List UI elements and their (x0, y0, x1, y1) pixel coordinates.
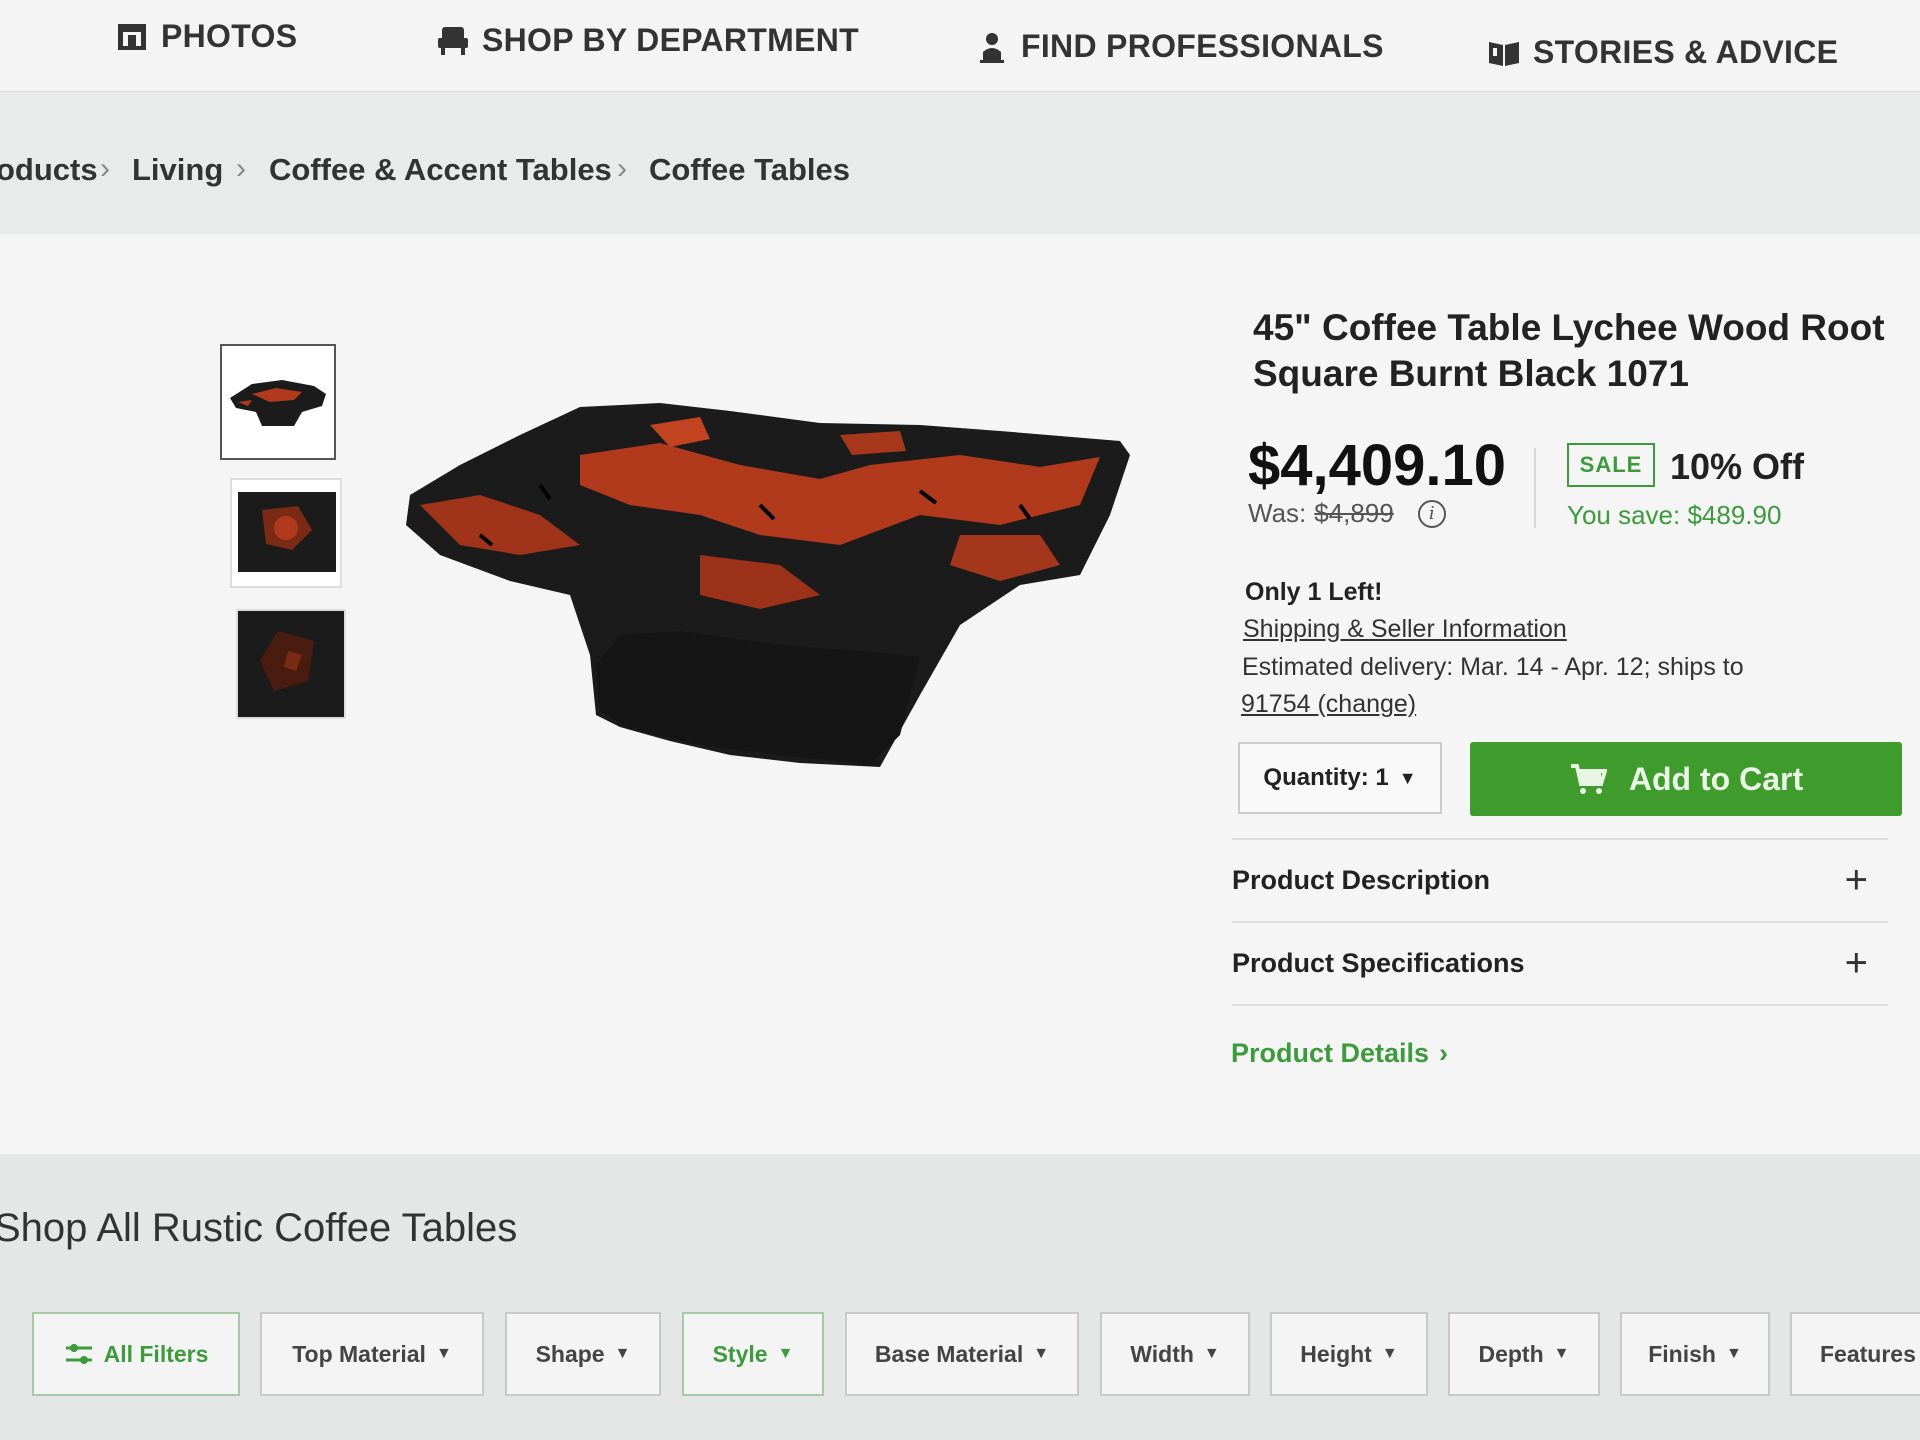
nav-shop-label: SHOP BY DEPARTMENT (482, 22, 860, 58)
add-to-cart-button[interactable]: Add to Cart (1470, 742, 1902, 816)
filter-label: Shape (535, 1340, 605, 1367)
book-icon (1489, 41, 1519, 66)
breadcrumb-products[interactable]: oducts (0, 152, 98, 188)
professional-icon (980, 32, 1004, 63)
filter-all-filters[interactable]: All Filters (32, 1312, 240, 1396)
nav-stories-label: STORIES & ADVICE (1533, 34, 1839, 70)
caret-down-icon: ▼ (1725, 1345, 1742, 1362)
discount-percent: 10% Off (1670, 446, 1805, 487)
quantity-label: Quantity: 1 (1263, 764, 1389, 791)
top-navigation: PHOTOS SHOP BY DEPARTMENT FIND PROFESSIO… (0, 0, 1920, 92)
caret-down-icon: ▼ (435, 1345, 452, 1362)
cart-icon (1570, 764, 1607, 794)
filter-finish[interactable]: Finish ▼ (1620, 1312, 1770, 1396)
filter-label: Top Material (292, 1340, 426, 1367)
filter-sliders-icon (65, 1344, 92, 1364)
nav-photos-label: PHOTOS (161, 18, 298, 54)
nav-shop-by-department[interactable]: SHOP BY DEPARTMENT (436, 22, 859, 59)
filter-label: All Filters (103, 1340, 209, 1367)
armchair-icon (438, 26, 468, 55)
product-details-link[interactable]: Product Details › (1231, 1038, 1448, 1069)
was-price: $4,899 (1314, 498, 1394, 528)
filter-label: Width (1130, 1340, 1194, 1367)
accordion-product-description[interactable]: Product Description + (1232, 838, 1888, 920)
photos-icon (118, 23, 146, 50)
filter-base-material[interactable]: Base Material ▼ (845, 1312, 1079, 1396)
thumbnail-image (238, 492, 336, 572)
thumbnail-3[interactable] (236, 609, 346, 719)
nav-stories-advice[interactable]: STORIES & ADVICE (1487, 34, 1838, 71)
accordion-product-specifications[interactable]: Product Specifications + (1232, 921, 1888, 1003)
price-divider (1534, 448, 1536, 528)
shop-all-section (0, 1154, 1920, 1440)
section-title: Shop All Rustic Coffee Tables (0, 1206, 518, 1250)
you-save: You save: $489.90 (1567, 500, 1782, 530)
filter-height[interactable]: Height ▼ (1270, 1312, 1428, 1396)
product-title: 45" Coffee Table Lychee Wood Root Square… (1253, 307, 1885, 394)
add-to-cart-label: Add to Cart (1628, 760, 1804, 797)
filter-features[interactable]: Features (1790, 1312, 1920, 1396)
nav-photos[interactable]: PHOTOS (115, 18, 297, 55)
filter-style[interactable]: Style ▼ (682, 1312, 824, 1396)
caret-down-icon: ▼ (1553, 1345, 1570, 1362)
caret-down-icon: ▼ (1033, 1345, 1050, 1362)
caret-down-icon: ▼ (777, 1345, 794, 1362)
chevron-right-icon: › (1439, 1038, 1449, 1068)
filter-label: Finish (1648, 1340, 1716, 1367)
filter-label: Base Material (874, 1340, 1024, 1367)
filter-label: Features (1820, 1340, 1916, 1367)
thumbnail-image (230, 380, 326, 426)
filter-label: Depth (1478, 1340, 1544, 1367)
caret-down-icon: ▼ (1203, 1345, 1220, 1362)
filter-label: Height (1300, 1340, 1372, 1367)
accordion-label: Product Description (1232, 864, 1491, 895)
product-details-label: Product Details (1231, 1038, 1430, 1068)
product-main-image[interactable] (400, 395, 1140, 795)
filter-depth[interactable]: Depth ▼ (1448, 1312, 1600, 1396)
thumbnail-1[interactable] (220, 344, 336, 460)
caret-down-icon: ▼ (614, 1345, 631, 1362)
quantity-select[interactable]: Quantity: 1 ▼ (1238, 742, 1442, 814)
breadcrumb-separator: › (617, 152, 627, 185)
estimated-delivery: Estimated delivery: Mar. 14 - Apr. 12; s… (1242, 653, 1744, 681)
plus-icon[interactable]: + (1845, 941, 1868, 986)
shipping-seller-link[interactable]: Shipping & Seller Information (1243, 615, 1567, 644)
filter-width[interactable]: Width ▼ (1100, 1312, 1250, 1396)
accordion-label: Product Specifications (1232, 947, 1525, 978)
accordion-divider (1232, 1004, 1888, 1006)
breadcrumb-separator: › (236, 152, 246, 185)
breadcrumb-coffee-accent-tables[interactable]: Coffee & Accent Tables (269, 152, 612, 188)
info-icon[interactable]: i (1417, 499, 1446, 528)
sale-badge: SALE (1567, 443, 1655, 487)
breadcrumb-living[interactable]: Living (132, 152, 223, 188)
filter-shape[interactable]: Shape ▼ (505, 1312, 661, 1396)
plus-icon[interactable]: + (1845, 858, 1868, 903)
nav-find-professionals[interactable]: FIND PROFESSIONALS (975, 28, 1384, 65)
was-price-row: Was: $4,899 i (1248, 498, 1446, 529)
caret-down-icon: ▼ (1398, 767, 1417, 788)
thumbnail-2[interactable] (230, 478, 342, 588)
zip-change-link[interactable]: 91754 (change) (1241, 690, 1416, 719)
filter-label: Style (712, 1340, 768, 1367)
caret-down-icon: ▼ (1381, 1345, 1398, 1362)
was-label: Was: (1248, 498, 1307, 528)
filter-top-material[interactable]: Top Material ▼ (260, 1312, 484, 1396)
breadcrumb-coffee-tables[interactable]: Coffee Tables (649, 152, 850, 188)
thumbnail-image (238, 611, 344, 717)
nav-professionals-label: FIND PROFESSIONALS (1021, 28, 1384, 64)
stock-status: Only 1 Left! (1245, 578, 1383, 606)
breadcrumb-separator: › (100, 152, 110, 185)
current-price: $4,409.10 (1248, 433, 1507, 498)
